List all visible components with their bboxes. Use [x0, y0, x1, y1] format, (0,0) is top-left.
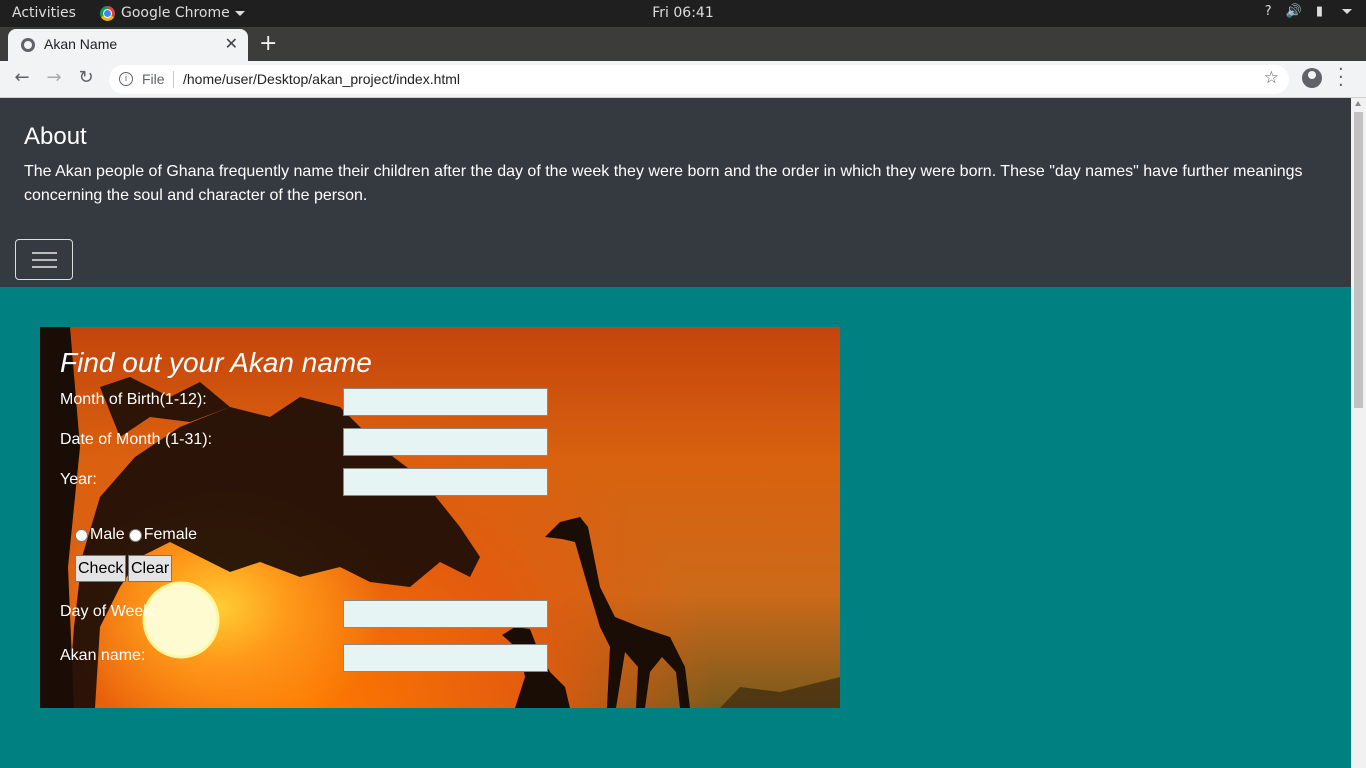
bookmark-star-icon[interactable]: ☆ [1264, 68, 1279, 88]
battery-icon[interactable]: ▮ [1316, 4, 1323, 19]
browser-toolbar: ← → ↻ i File /home/user/Desktop/akan_pro… [0, 61, 1366, 98]
address-bar[interactable]: i File /home/user/Desktop/akan_project/i… [109, 65, 1289, 94]
akan-name-output[interactable] [343, 644, 548, 672]
divider [173, 71, 174, 88]
hamburger-line [32, 259, 57, 261]
form-title: Find out your Akan name [60, 347, 372, 378]
volume-icon[interactable]: 🔊 [1286, 4, 1302, 19]
scroll-up-icon[interactable] [1355, 101, 1361, 106]
day-of-week-output[interactable] [343, 600, 548, 628]
info-icon[interactable]: i [119, 72, 133, 86]
new-tab-button[interactable]: + [259, 31, 277, 56]
gender-group: Male Female [75, 526, 197, 544]
browser-tab[interactable]: Akan Name ✕ [8, 29, 248, 61]
hamburger-line [32, 252, 57, 254]
profile-icon[interactable] [1302, 68, 1322, 88]
reload-icon[interactable]: ↻ [74, 67, 98, 88]
about-header: About The Akan people of Ghana frequentl… [0, 98, 1351, 287]
akan-name-label: Akan name: [60, 647, 146, 664]
month-label: Month of Birth(1-12): [60, 391, 207, 408]
back-icon[interactable]: ← [10, 67, 34, 88]
system-top-bar: Activities Google Chrome Fri 06:41 ? 🔊 ▮ [0, 0, 1366, 27]
year-input[interactable] [343, 468, 548, 496]
female-radio[interactable] [128, 528, 142, 542]
forward-icon[interactable]: → [42, 67, 66, 88]
year-label: Year: [60, 471, 97, 488]
close-tab-icon[interactable]: ✕ [225, 34, 238, 53]
about-title: About [24, 123, 87, 150]
date-input[interactable] [343, 428, 548, 456]
url-text[interactable]: /home/user/Desktop/akan_project/index.ht… [183, 71, 460, 87]
chevron-down-icon[interactable] [1342, 9, 1352, 14]
page-viewport: About The Akan people of Ghana frequentl… [0, 98, 1351, 768]
about-description: The Akan people of Ghana frequently name… [24, 163, 1303, 204]
check-button[interactable]: Check [75, 555, 127, 582]
page-scrollbar[interactable] [1351, 98, 1366, 768]
globe-icon [21, 38, 35, 52]
male-radio[interactable] [75, 528, 88, 542]
system-tray[interactable]: ? 🔊 ▮ [1265, 4, 1352, 19]
female-label: Female [143, 526, 198, 543]
more-menu-icon[interactable]: · · · [1338, 61, 1344, 95]
tab-title: Akan Name [44, 36, 118, 52]
month-input[interactable] [343, 388, 548, 416]
hamburger-line [32, 266, 57, 268]
help-icon[interactable]: ? [1265, 4, 1272, 19]
male-label: Male [90, 526, 125, 543]
tab-strip: Akan Name ✕ + [0, 27, 1366, 61]
akan-form-card: Find out your Akan name Month of Birth(1… [40, 327, 840, 708]
scrollbar-thumb[interactable] [1354, 112, 1363, 408]
date-label: Date of Month (1-31): [60, 431, 213, 448]
clear-button[interactable]: Clear [128, 555, 173, 582]
clock[interactable]: Fri 06:41 [0, 5, 1366, 21]
site-info-label: File [142, 71, 165, 87]
navbar-toggler-button[interactable] [15, 239, 73, 280]
day-of-week-label: Day of Week: [60, 603, 156, 620]
